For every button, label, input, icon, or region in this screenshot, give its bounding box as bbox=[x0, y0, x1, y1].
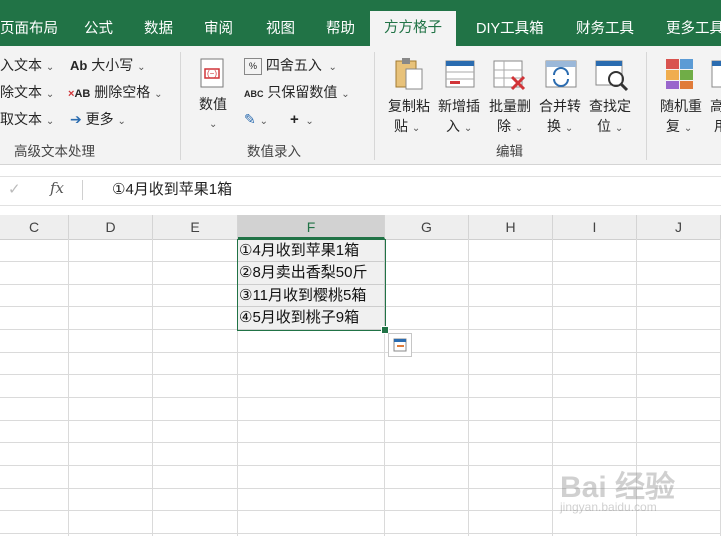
tab-diy-toolbox[interactable]: DIY工具箱 bbox=[472, 12, 548, 46]
random-repeat-button[interactable]: 随机重 bbox=[660, 96, 702, 116]
tab-view[interactable]: 视图 bbox=[262, 12, 299, 46]
remove-space-button[interactable]: ×AB 删除空格 ⌄ bbox=[68, 82, 163, 105]
keep-value-button[interactable]: ABC 只保留数值 ⌄ bbox=[244, 82, 350, 105]
remove-space-icon: ×AB bbox=[68, 88, 91, 100]
value-dropdown[interactable]: ⌄ bbox=[209, 112, 217, 135]
ab-case-icon: Ab bbox=[70, 58, 88, 73]
tab-review[interactable]: 审阅 bbox=[200, 12, 237, 46]
copy-paste-button[interactable]: 复制粘 bbox=[388, 96, 430, 116]
column-header-h[interactable]: H bbox=[469, 215, 553, 239]
grid-line bbox=[0, 352, 721, 353]
tab-help[interactable]: 帮助 bbox=[322, 12, 359, 46]
edit-dropdown-button[interactable]: ✎ ⌄ bbox=[244, 109, 268, 132]
ribbon-tab-bar: 页面布局 公式 数据 审阅 视图 帮助 方方格子 DIY工具箱 财务工具 更多工… bbox=[0, 0, 721, 46]
tab-page-layout[interactable]: 页面布局 bbox=[0, 12, 62, 46]
merge-convert-button[interactable]: 合并转 bbox=[539, 96, 581, 116]
random-repeat-dropdown[interactable]: 复 ⌄ bbox=[666, 116, 692, 139]
column-header-c[interactable]: C bbox=[0, 215, 69, 239]
column-header-d[interactable]: D bbox=[69, 215, 153, 239]
column-header-i[interactable]: I bbox=[553, 215, 637, 239]
tab-finance-tools[interactable]: 财务工具 bbox=[572, 12, 638, 46]
formula-input[interactable]: ①4月收到苹果1箱 bbox=[112, 176, 232, 204]
group-label-number: 数值录入 bbox=[247, 144, 301, 159]
insert-dropdown[interactable]: 入 ⌄ bbox=[446, 116, 472, 139]
group-label-edit: 编辑 bbox=[496, 144, 523, 159]
round-icon: % bbox=[244, 57, 262, 75]
cell-f1[interactable]: ①4月收到苹果1箱 bbox=[239, 240, 385, 262]
insert-button[interactable]: 新增插 bbox=[438, 96, 480, 116]
group-separator bbox=[374, 52, 375, 160]
enter-check-icon[interactable]: ✓ bbox=[8, 180, 21, 198]
round-button[interactable]: % 四舍五入 ⌄ bbox=[244, 55, 337, 78]
case-button[interactable]: Ab 大小写 ⌄ bbox=[70, 55, 146, 78]
tab-formulas[interactable]: 公式 bbox=[80, 12, 117, 46]
batch-delete-dropdown[interactable]: 除 ⌄ bbox=[497, 116, 523, 139]
column-header-bar: C D E F G H I J bbox=[0, 215, 721, 240]
tab-fangfang[interactable]: 方方格子 bbox=[370, 11, 456, 46]
value-icon: (−) bbox=[197, 57, 229, 94]
advanced-tool-dropdown[interactable]: 用 bbox=[714, 116, 721, 136]
value-button[interactable]: 数值 bbox=[199, 94, 227, 114]
tab-data[interactable]: 数据 bbox=[140, 12, 177, 46]
formula-bar bbox=[0, 176, 721, 206]
copy-paste-icon bbox=[392, 55, 426, 94]
abc-icon: ABC bbox=[244, 89, 264, 99]
insert-text-button[interactable]: 入文本 ⌄ bbox=[0, 55, 54, 78]
advanced-tool-icon bbox=[710, 57, 721, 94]
function-fx-icon[interactable]: fx bbox=[50, 179, 64, 197]
cell-f3[interactable]: ③11月收到樱桃5箱 bbox=[239, 285, 385, 307]
grid-line bbox=[0, 397, 721, 398]
find-locate-button[interactable]: 查找定 bbox=[589, 96, 631, 116]
more-button[interactable]: ➔ 更多 ⌄ bbox=[70, 109, 126, 132]
column-header-e[interactable]: E bbox=[153, 215, 238, 239]
grid-line bbox=[0, 420, 721, 421]
column-header-g[interactable]: G bbox=[385, 215, 469, 239]
grid-line bbox=[0, 533, 721, 534]
formula-divider bbox=[82, 180, 83, 200]
ribbon-panel: 入文本 ⌄ 除文本 ⌄ 取文本 ⌄ Ab 大小写 ⌄ ×AB 删除空格 ⌄ ➔ … bbox=[0, 46, 721, 165]
copy-paste-dropdown[interactable]: 贴 ⌄ bbox=[394, 116, 420, 139]
svg-text:(−): (−) bbox=[207, 69, 217, 78]
merge-convert-dropdown[interactable]: 换 ⌄ bbox=[547, 116, 573, 139]
quick-analysis-button[interactable] bbox=[388, 333, 412, 357]
cell-f2[interactable]: ②8月卖出香梨50斤 bbox=[239, 262, 385, 284]
extract-text-button[interactable]: 取文本 ⌄ bbox=[0, 109, 54, 132]
advanced-tool-button[interactable]: 高 bbox=[710, 96, 721, 116]
column-header-j[interactable]: J bbox=[637, 215, 721, 239]
watermark-url: jingyan.baidu.com bbox=[560, 500, 657, 514]
remove-text-button[interactable]: 除文本 ⌄ bbox=[0, 82, 54, 105]
grid-line bbox=[0, 442, 721, 443]
quick-analysis-icon bbox=[393, 338, 407, 352]
insert-icon bbox=[444, 57, 478, 94]
random-repeat-icon bbox=[664, 57, 696, 94]
group-separator bbox=[180, 52, 181, 160]
merge-convert-icon bbox=[544, 57, 578, 94]
plus-dropdown-button[interactable]: + ⌄ bbox=[290, 109, 314, 132]
batch-delete-button[interactable]: 批量删 bbox=[489, 96, 531, 116]
find-locate-dropdown[interactable]: 位 ⌄ bbox=[597, 116, 623, 139]
edit-pencil-icon: ✎ bbox=[244, 111, 256, 127]
find-locate-icon bbox=[594, 57, 630, 96]
group-separator bbox=[646, 52, 647, 160]
cell-f4[interactable]: ④5月收到桃子9箱 bbox=[239, 307, 385, 329]
column-header-f[interactable]: F bbox=[238, 215, 385, 239]
arrow-right-icon: ➔ bbox=[70, 111, 82, 127]
grid-line bbox=[0, 374, 721, 375]
batch-delete-icon bbox=[492, 57, 528, 94]
plus-icon: + bbox=[290, 111, 299, 128]
tab-more-tools[interactable]: 更多工具 bbox=[662, 12, 721, 46]
group-label-text: 高级文本处理 bbox=[14, 144, 95, 159]
